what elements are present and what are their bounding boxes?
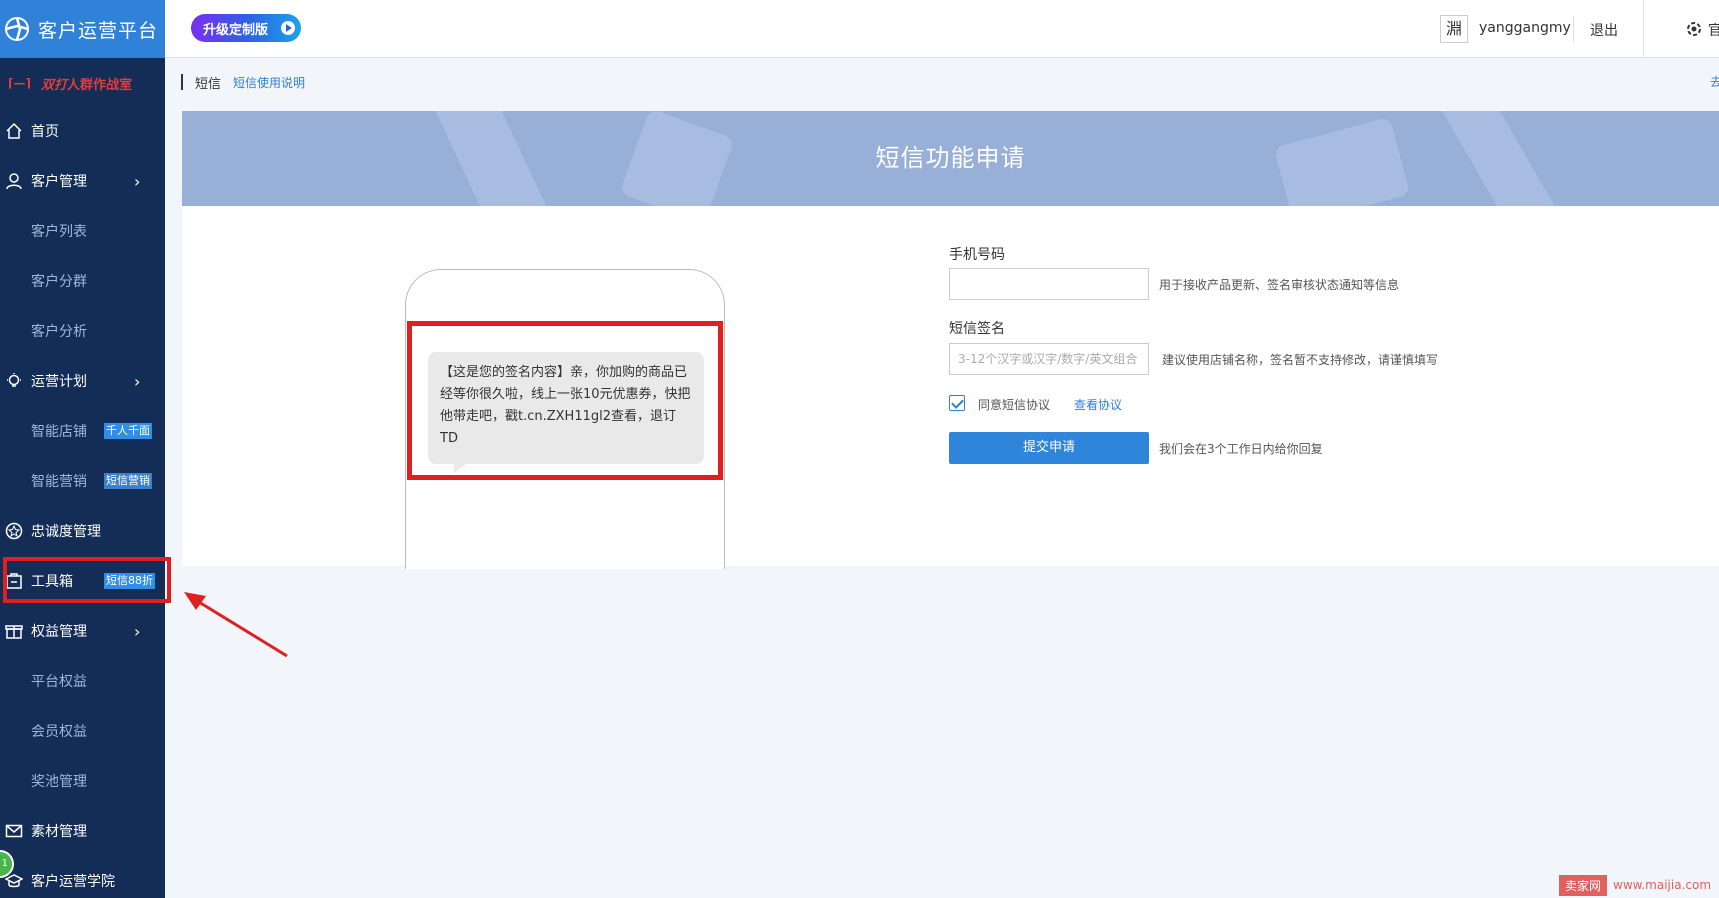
sms-apply-card: 短信功能申请 【这是您的签名内容】亲，你加购的商品已经等你很久啦，线上一张10元… <box>182 111 1719 569</box>
sign-label: 短信签名 <box>949 321 1005 337</box>
sidebar-item-prize-pool[interactable]: 奖池管理 <box>0 756 165 806</box>
sidebar-item-ops-plan[interactable]: 运营计划 › <box>0 356 165 406</box>
page-title: 短信功能申请 <box>875 144 1026 172</box>
watermark: 卖家网 www.maijia.com <box>1559 874 1711 896</box>
sidebar-item-label: 客户分析 <box>31 324 87 340</box>
sidebar: 客户运营平台 ⌈—⌉ 双打 人群作战室 首页 客户管理 › 客户列表 客户分群 … <box>0 0 165 898</box>
sidebar-item-label: 权益管理 <box>31 624 87 640</box>
divider <box>1643 0 1644 58</box>
brand-header[interactable]: 客户运营平台 <box>0 0 165 58</box>
annotation-highlight-toolbox <box>3 557 171 603</box>
submit-button[interactable]: 提交申请 <box>949 432 1149 464</box>
sidebar-item-label: 客户运营学院 <box>31 874 115 890</box>
sidebar-item-label: 客户管理 <box>31 174 87 190</box>
sidebar-item-label: 忠诚度管理 <box>31 524 101 540</box>
badge: 短信营销 <box>104 473 152 489</box>
phone-hint: 用于接收产品更新、签名审核状态通知等信息 <box>1159 278 1400 292</box>
sidebar-item-smart-marketing[interactable]: 智能营销 短信营销 <box>0 456 165 506</box>
sms-guide-link[interactable]: 短信使用说明 <box>233 74 305 91</box>
annotation-arrow-icon <box>184 592 288 658</box>
sidebar-item-label: 运营计划 <box>31 374 87 390</box>
bulb-icon <box>7 373 21 387</box>
sidebar-item-customer-group[interactable]: 客户分群 <box>0 256 165 306</box>
sidebar-item-label: 平台权益 <box>31 674 87 690</box>
breadcrumb: 短信 短信使用说明 <box>181 72 305 92</box>
sidebar-item-loyalty[interactable]: 忠诚度管理 <box>0 506 165 556</box>
chevron-right-icon: › <box>134 371 141 391</box>
upgrade-label: 升级定制版 <box>203 22 269 38</box>
sidebar-item-label: 智能营销 <box>31 474 87 490</box>
user-icon <box>6 173 22 190</box>
sidebar-item-label: 智能店铺 <box>31 424 87 440</box>
star-icon <box>5 522 23 540</box>
banner: 短信功能申请 <box>182 111 1719 206</box>
breadcrumb-bar <box>181 74 183 90</box>
sidebar-item-smart-store[interactable]: 智能店铺 千人千面 <box>0 406 165 456</box>
avatar[interactable]: 淵 <box>1440 15 1468 43</box>
right-link[interactable]: 去 <box>1710 73 1719 90</box>
sidebar-item-label: 奖池管理 <box>31 774 87 790</box>
promo-banner[interactable]: ⌈—⌉ 双打 人群作战室 <box>0 58 165 108</box>
sidebar-item-label: 客户分群 <box>31 274 87 290</box>
breadcrumb-current: 短信 <box>195 76 222 92</box>
sidebar-item-customer-analysis[interactable]: 客户分析 <box>0 306 165 356</box>
view-agreement-link[interactable]: 查看协议 <box>1074 396 1122 413</box>
sidebar-item-materials[interactable]: 素材管理 <box>0 806 165 856</box>
home-icon <box>6 122 22 139</box>
sidebar-item-member-rights[interactable]: 会员权益 <box>0 706 165 756</box>
sidebar-item-customer-mgmt[interactable]: 客户管理 › <box>0 156 165 206</box>
agree-label: 同意短信协议 <box>978 398 1051 412</box>
watermark-brand: 卖家网 <box>1559 874 1608 896</box>
app-title: 客户运营平台 <box>38 19 159 42</box>
sidebar-item-rights[interactable]: 权益管理 › <box>0 606 165 656</box>
divider <box>1573 16 1574 42</box>
top-bar: 升级定制版 淵 yanggangmy 退出 官 <box>165 0 1719 58</box>
sidebar-item-platform-rights[interactable]: 平台权益 <box>0 656 165 706</box>
watermark-url: www.maijia.com <box>1613 878 1712 892</box>
gear-icon[interactable] <box>1684 19 1704 39</box>
agree-checkbox[interactable] <box>949 395 965 411</box>
mail-icon <box>5 824 23 838</box>
submit-hint: 我们会在3个工作日内给你回复 <box>1159 442 1323 456</box>
logout-link[interactable]: 退出 <box>1590 20 1618 40</box>
sidebar-item-label: 客户列表 <box>31 224 87 240</box>
chevron-right-icon: › <box>134 621 141 641</box>
promo-part1: 双打 <box>40 77 67 93</box>
sign-input[interactable]: 3-12个汉字或汉字/数字/英文组合 <box>949 343 1149 375</box>
sign-hint: 建议使用店铺名称，签名暂不支持修改，请谨慎填写 <box>1162 353 1439 367</box>
sidebar-item-label: 首页 <box>31 124 59 140</box>
phone-label: 手机号码 <box>949 247 1005 263</box>
sidebar-item-home[interactable]: 首页 <box>0 106 165 156</box>
promo-prefix: ⌈—⌉ <box>8 76 31 90</box>
username[interactable]: yanggangmy <box>1479 20 1571 36</box>
sidebar-item-label: 会员权益 <box>31 724 87 740</box>
phone-input[interactable] <box>949 268 1149 300</box>
chevron-right-icon: › <box>134 171 141 191</box>
badge: 千人千面 <box>104 423 152 439</box>
settings-label[interactable]: 官 <box>1708 20 1719 40</box>
sidebar-item-label: 素材管理 <box>31 824 87 840</box>
promo-part2: 人群作战室 <box>66 77 132 93</box>
upgrade-button[interactable]: 升级定制版 <box>191 14 301 42</box>
sidebar-item-customer-list[interactable]: 客户列表 <box>0 206 165 256</box>
logo-icon <box>5 17 29 41</box>
sidebar-item-academy[interactable]: 客户运营学院 <box>0 856 165 898</box>
annotation-highlight-sms <box>407 321 723 480</box>
gift-icon <box>5 625 23 639</box>
play-icon <box>281 21 295 35</box>
